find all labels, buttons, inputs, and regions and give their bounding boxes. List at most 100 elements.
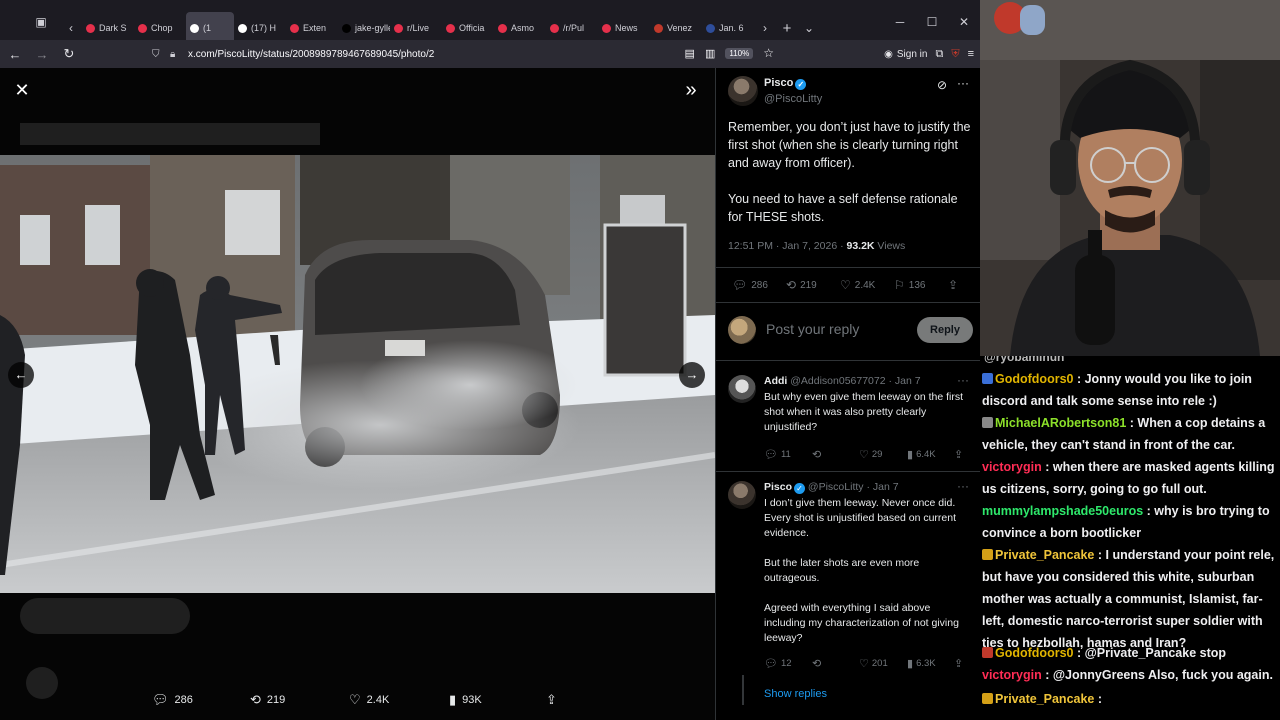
- forward-icon[interactable]: →: [30, 47, 54, 62]
- like-stat[interactable]: ♡ 201: [859, 657, 888, 670]
- reader-view-icon[interactable]: ▤: [685, 47, 695, 60]
- repost-stat[interactable]: ⟲ 219: [786, 278, 817, 292]
- lock-icon[interactable]: 🔒︎: [170, 49, 188, 60]
- bookmark-star-icon[interactable]: ☆: [763, 46, 774, 60]
- more-options-icon[interactable]: ···: [957, 373, 969, 387]
- chat-username[interactable]: Private_Pancake: [995, 548, 1094, 562]
- like-stat[interactable]: ♡ 29: [859, 448, 882, 461]
- chat-separator: :: [1041, 668, 1053, 682]
- menu-icon[interactable]: ≡: [968, 48, 974, 60]
- like-stat[interactable]: ♡ 2.4K: [840, 278, 875, 292]
- ublock-icon[interactable]: ⛨: [951, 48, 959, 61]
- chat-username[interactable]: Godofdoors0: [995, 646, 1073, 660]
- author-handle[interactable]: @PiscoLitty: [764, 93, 822, 105]
- reply-stat[interactable]: 💬︎ 286: [732, 278, 768, 292]
- new-tab-icon[interactable]: +: [776, 17, 798, 39]
- close-window-icon[interactable]: ✕: [948, 15, 980, 29]
- more-options-icon[interactable]: ···: [957, 76, 969, 90]
- reply-count: 11: [780, 449, 791, 460]
- tab-favicon-icon: [138, 23, 147, 33]
- extensions-icon[interactable]: ⧉: [935, 48, 943, 61]
- reply-input[interactable]: Post your reply: [766, 321, 859, 337]
- reload-icon[interactable]: ↻: [57, 46, 81, 62]
- chat-username[interactable]: Godofdoors0: [995, 372, 1073, 386]
- bookmark-stat[interactable]: ⚐ 136: [894, 278, 925, 292]
- share-action[interactable]: ⇪: [546, 692, 557, 708]
- tweet-meta: 12:51 PM · Jan 7, 2026 · 93.2K Views: [728, 240, 905, 252]
- url-bar[interactable]: ⛉ 🔒︎ x.com/PiscoLitty/status/20089897894…: [152, 43, 774, 65]
- chat-message[interactable]: Godofdoors0 : Jonny would you like to jo…: [982, 368, 1278, 412]
- avatar[interactable]: [728, 375, 756, 403]
- author-name[interactable]: Pisco ✓: [764, 77, 807, 90]
- repost-stat[interactable]: ⟲: [812, 657, 821, 670]
- grok-icon[interactable]: ⊘: [937, 78, 947, 92]
- share-stat[interactable]: ⇪: [948, 278, 958, 292]
- chat-message[interactable]: Private_Pancake :: [982, 688, 1278, 710]
- previous-photo-icon[interactable]: ←: [8, 362, 34, 388]
- avatar[interactable]: [728, 76, 758, 106]
- divider: [716, 360, 980, 361]
- reply-author-name[interactable]: Addi: [764, 375, 787, 387]
- tab-label: Exten: [303, 23, 327, 33]
- chat-message[interactable]: Private_Pancake : I understand your poin…: [982, 544, 1278, 654]
- reply-action[interactable]: 💬︎ 286: [152, 692, 193, 708]
- tab-list-icon[interactable]: ▣: [30, 11, 52, 33]
- next-photo-icon[interactable]: →: [679, 362, 705, 388]
- views-action[interactable]: ▮ 93K: [449, 692, 482, 708]
- reply-header: Addi @Addison05677072 · Jan 7: [764, 375, 921, 387]
- tab-overflow-icon[interactable]: ⌄: [798, 17, 820, 39]
- tracking-shield-icon[interactable]: ⛉: [152, 49, 170, 60]
- more-options-icon[interactable]: ···: [957, 479, 969, 493]
- tweet-text: Remember, you don’t just have to justify…: [728, 120, 971, 224]
- tab-label: Venez: [667, 23, 693, 33]
- chat-username[interactable]: Private_Pancake: [995, 692, 1094, 706]
- reply-item[interactable]: Addi @Addison05677072 · Jan 7 ··· But wh…: [728, 373, 973, 465]
- chat-message[interactable]: victorygin : @JonnyGreens Also, fuck you…: [982, 664, 1278, 686]
- sign-in-button[interactable]: ◉ Sign in: [884, 49, 927, 60]
- tab-favicon-icon: [706, 23, 715, 33]
- chat-message[interactable]: MichaelARobertson81 : When a cop detains…: [982, 412, 1278, 456]
- reply-stats: 💬︎ 11 ⟲ ♡ 29 ▮ 6.4K ⇪: [764, 448, 973, 462]
- minimize-icon[interactable]: ─: [884, 15, 916, 29]
- url-text[interactable]: x.com/PiscoLitty/status/2008989789467689…: [188, 49, 434, 60]
- reply-handle[interactable]: @Addison05677072 · Jan 7: [787, 375, 920, 387]
- live-chat: @ryobaminun Godofdoors0 : Jonny would yo…: [980, 356, 1280, 720]
- tab-label: Officia: [459, 23, 485, 33]
- show-replies-link[interactable]: Show replies: [764, 688, 827, 700]
- expand-panel-icon[interactable]: »: [681, 80, 701, 100]
- screenshot-icon[interactable]: ▥: [705, 47, 715, 60]
- tweet-timestamp[interactable]: 12:51 PM · Jan 7, 2026 ·: [728, 240, 846, 252]
- reply-button[interactable]: Reply: [917, 317, 973, 343]
- views-stat[interactable]: ▮ 6.4K: [907, 448, 936, 461]
- chat-username[interactable]: victorygin: [982, 668, 1042, 682]
- views-stat[interactable]: ▮ 6.3K: [907, 657, 936, 670]
- avatar[interactable]: [728, 481, 756, 509]
- back-icon[interactable]: ←: [3, 47, 27, 62]
- reply-author-name[interactable]: Pisco: [764, 481, 792, 493]
- zoom-level[interactable]: 110%: [725, 47, 754, 59]
- repost-stat[interactable]: ⟲: [812, 448, 821, 461]
- share-stat[interactable]: ⇪: [954, 448, 963, 461]
- chat-separator: :: [1041, 460, 1053, 474]
- chat-username[interactable]: victorygin: [982, 460, 1042, 474]
- like-action[interactable]: ♡ 2.4K: [349, 692, 389, 708]
- tab-label: (1: [203, 23, 212, 33]
- reply-count: 286: [174, 694, 193, 706]
- chat-username[interactable]: MichaelARobertson81: [995, 416, 1126, 430]
- close-icon[interactable]: ✕: [12, 80, 32, 100]
- maximize-icon[interactable]: ☐: [916, 15, 948, 29]
- repost-action[interactable]: ⟲ 219: [250, 692, 285, 708]
- reply-handle[interactable]: @PiscoLitty · Jan 7: [805, 481, 899, 493]
- chat-message[interactable]: mummylampshade50euros : why is bro tryin…: [982, 500, 1278, 544]
- reply-item[interactable]: Pisco ✓ @PiscoLitty · Jan 7 ··· I don’t g…: [728, 479, 973, 671]
- scroll-tabs-right-icon[interactable]: ›: [754, 17, 776, 39]
- scroll-tabs-left-icon[interactable]: ‹: [60, 17, 82, 39]
- chat-message[interactable]: Godofdoors0 : @Private_Pancake stop: [982, 642, 1278, 664]
- chat-message[interactable]: victorygin : when there are masked agent…: [982, 456, 1278, 500]
- chat-username[interactable]: mummylampshade50euros: [982, 504, 1143, 518]
- chat-text: @JonnyGreens Also, fuck you again.: [1052, 668, 1273, 682]
- reply-stat[interactable]: 💬︎ 12: [764, 657, 792, 670]
- account-icon: ◉: [884, 48, 893, 60]
- reply-stat[interactable]: 💬︎ 11: [764, 448, 791, 461]
- share-stat[interactable]: ⇪: [954, 657, 963, 670]
